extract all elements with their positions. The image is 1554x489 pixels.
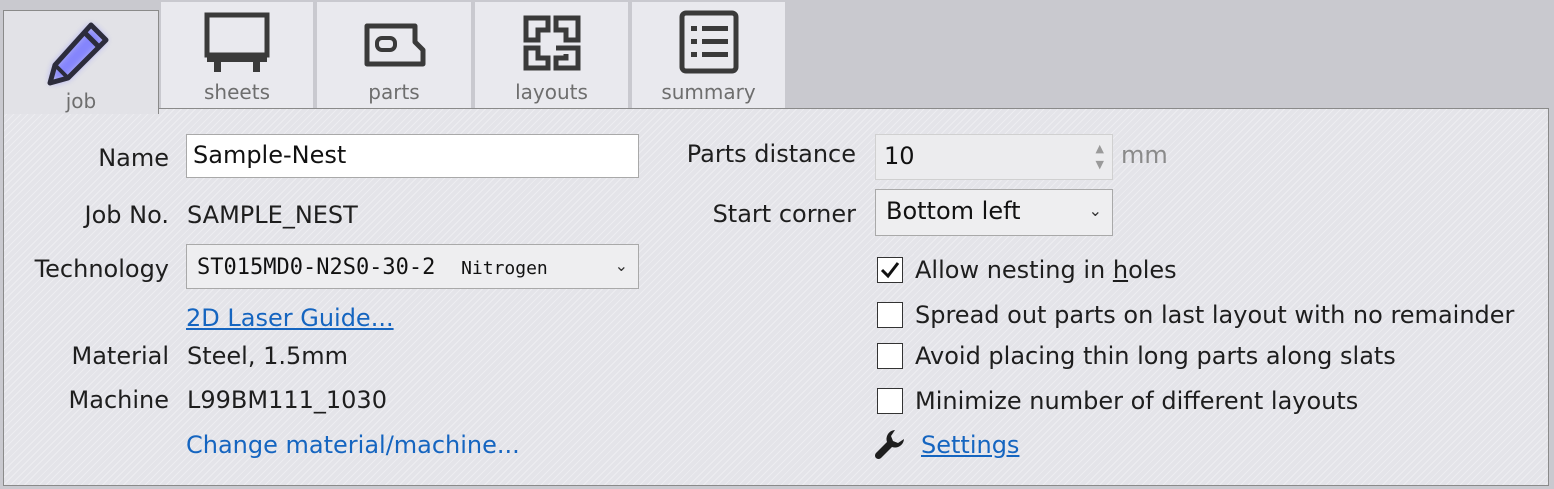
avoid-thin-parts-option[interactable]: Avoid placing thin long parts along slat… [877,341,1396,371]
layouts-icon [520,12,584,76]
chevron-down-icon: ⌄ [1088,201,1102,220]
minimize-layouts-option[interactable]: Minimize number of different layouts [877,386,1358,416]
tab-layouts[interactable]: layouts [475,2,630,108]
tab-summary[interactable]: summary [632,2,787,108]
checkmark-icon [880,262,900,279]
allow-nesting-checkbox[interactable] [877,257,903,283]
parts-distance-unit: mm [1121,141,1168,169]
chevron-down-icon: ⌄ [614,256,628,275]
technology-gas: Nitrogen [461,258,548,279]
name-value: Sample-Nest [193,141,347,169]
spin-up-icon[interactable]: ▲ [1096,143,1104,154]
tab-layouts-label: layouts [515,80,588,104]
tab-sheets-label: sheets [204,80,270,104]
sheet-icon [202,10,272,80]
technology-select[interactable]: ST015MD0-N2S0-30-2 Nitrogen ⌄ [186,244,639,289]
machine-label: Machine [68,386,169,414]
start-corner-value: Bottom left [886,197,1021,225]
spread-out-parts-option[interactable]: Spread out parts on last layout with no … [877,300,1514,330]
spin-down-icon[interactable]: ▼ [1096,159,1104,170]
job-panel: Name Sample-Nest Job No. SAMPLE_NEST Tec… [3,108,1549,486]
technology-value: ST015MD0-N2S0-30-2 [197,255,436,280]
tab-parts[interactable]: parts [317,2,473,108]
start-corner-label: Start corner [712,200,856,228]
allow-nesting-in-holes-option[interactable]: Allow nesting in holes [877,255,1177,285]
parts-distance-value: 10 [884,142,915,170]
avoid-thin-parts-checkbox[interactable] [877,343,903,369]
tab-parts-label: parts [368,80,420,104]
start-corner-select[interactable]: Bottom left ⌄ [875,189,1113,236]
change-material-machine-link[interactable]: Change material/machine... [186,431,520,459]
spread-out-label: Spread out parts on last layout with no … [915,301,1515,329]
material-label: Material [71,342,170,370]
spread-out-checkbox[interactable] [877,302,903,328]
tab-bar: job sheets parts layouts summary [0,0,1554,114]
tab-summary-label: summary [661,80,756,104]
material-value: Steel, 1.5mm [187,342,349,370]
tab-job-label: job [65,89,97,113]
technology-label: Technology [34,255,169,283]
tab-job[interactable]: job [3,10,159,114]
laser-guide-link[interactable]: 2D Laser Guide... [186,304,394,332]
allow-nesting-label: Allow nesting in holes [915,256,1177,284]
summary-list-icon [677,8,741,80]
jobno-value: SAMPLE_NEST [187,201,358,229]
tab-sheets[interactable]: sheets [161,2,315,108]
minimize-layouts-checkbox[interactable] [877,388,903,414]
name-label: Name [98,144,169,172]
machine-value: L99BM111_1030 [187,386,387,414]
wrench-icon [873,427,907,465]
settings-link[interactable]: Settings [921,431,1019,459]
name-field[interactable]: Sample-Nest [186,134,639,178]
pencil-icon [36,15,126,99]
parts-distance-label: Parts distance [686,140,856,168]
parts-distance-stepper[interactable]: 10 ▲ ▼ [875,134,1113,180]
part-icon [359,20,429,74]
jobno-label: Job No. [84,201,169,229]
minimize-layouts-label: Minimize number of different layouts [915,387,1359,415]
avoid-thin-parts-label: Avoid placing thin long parts along slat… [915,342,1396,370]
